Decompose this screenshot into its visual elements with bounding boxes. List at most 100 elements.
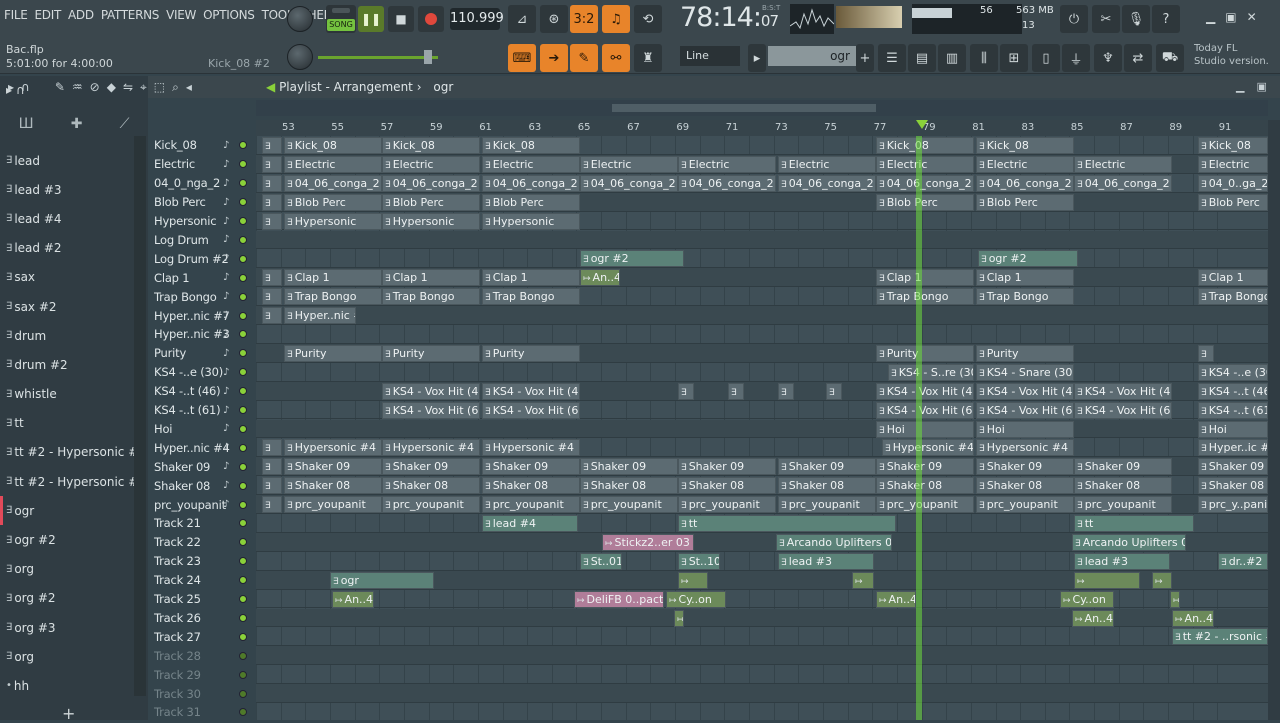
playlist-clip[interactable]: ∃ bbox=[262, 174, 282, 192]
playlist-clip[interactable]: ∃ bbox=[262, 212, 282, 230]
track-lane[interactable] bbox=[256, 249, 1268, 269]
playlist-clip[interactable]: ↦ An..4 bbox=[876, 590, 916, 608]
track-lane[interactable] bbox=[256, 703, 1268, 720]
track-header[interactable]: Track 29 bbox=[148, 665, 256, 684]
track-header[interactable]: KS4 -..e (30) ♪ bbox=[148, 363, 256, 382]
playlist-clip[interactable]: ∃ bbox=[262, 155, 282, 173]
track-header[interactable]: 04_0_nga_2 ♪ bbox=[148, 174, 256, 193]
playlist-clip[interactable]: ∃ tt bbox=[1074, 515, 1194, 532]
browser-item[interactable]: ∃ tt #2 - Hypersonic #5 bbox=[0, 438, 146, 467]
track-header[interactable]: Purity ♪ bbox=[148, 344, 256, 363]
track-mute-led[interactable] bbox=[239, 481, 247, 490]
paint-tool-button[interactable]: ✎ bbox=[570, 44, 598, 72]
browser-item[interactable]: ∃ org #2 bbox=[0, 584, 132, 613]
recording-button[interactable]: 🎙 bbox=[1122, 5, 1150, 33]
playlist-clip[interactable]: ∃ Shaker 09 bbox=[580, 458, 678, 476]
playlist-clip[interactable]: ↦ bbox=[1152, 571, 1172, 589]
playlist-clip[interactable]: ∃ bbox=[262, 288, 282, 306]
midi-button[interactable]: ⇄ bbox=[1124, 44, 1152, 72]
playlist-menu-icon[interactable]: ▸ bbox=[8, 80, 14, 95]
playlist-clip[interactable]: ∃ Shaker 08 bbox=[1198, 477, 1268, 495]
touch-controller-button[interactable]: ♆ bbox=[1094, 44, 1122, 72]
track-header[interactable]: Track 25 bbox=[148, 590, 256, 609]
playlist-clip[interactable]: ∃ Clap 1 bbox=[482, 269, 580, 287]
track-mute-led[interactable] bbox=[239, 557, 247, 566]
browser-item[interactable]: ∃ lead bbox=[0, 146, 132, 175]
playlist-clip[interactable]: ∃ 04_06_conga_2 bbox=[678, 174, 776, 192]
playlist-clip[interactable]: ↦ bbox=[1170, 590, 1180, 608]
playlist-clip[interactable]: ∃ Hypersonic #4 bbox=[882, 439, 974, 457]
playlist-clip[interactable]: ∃ Clap 1 bbox=[382, 269, 480, 287]
track-mute-led[interactable] bbox=[239, 500, 247, 509]
playlist-clip[interactable]: ∃ bbox=[262, 458, 282, 476]
playlist-clip[interactable]: ∃ KS4 - Vox Hit (61) bbox=[876, 401, 974, 419]
browser-item[interactable]: ∃ org #3 bbox=[0, 613, 132, 642]
track-mute-led[interactable] bbox=[239, 160, 247, 169]
playlist-clip[interactable]: ∃ Kick_08 bbox=[976, 137, 1074, 154]
playlist-clip[interactable]: ∃ prc_youpanit bbox=[876, 496, 974, 514]
track-mute-led[interactable] bbox=[239, 462, 247, 471]
playlist-clip[interactable]: ∃ 04_06_conga_2 bbox=[876, 174, 974, 192]
menu-file[interactable]: FILE bbox=[4, 8, 28, 22]
playlist-clip[interactable]: ∃ Arcando Uplifters 01 bbox=[1072, 533, 1186, 551]
playlist-clip[interactable]: ∃ Shaker 08 bbox=[580, 477, 678, 495]
playlist-clip[interactable]: ↦DeliFB 0..pact 3 bbox=[574, 590, 664, 608]
track-mute-led[interactable] bbox=[239, 349, 247, 358]
plugin-database-button[interactable]: ⏚ bbox=[1062, 44, 1090, 72]
playlist-clip[interactable]: ∃ Trap Bongo bbox=[382, 288, 480, 306]
track-header[interactable]: Hyper..nic #7 ♪ bbox=[148, 306, 256, 325]
track-header[interactable]: KS4 -..t (61) ♪ bbox=[148, 401, 256, 420]
playlist-clip[interactable]: ∃ prc_youpanit bbox=[382, 496, 480, 514]
timeline-ruler[interactable]: 53 55 57 59 61 63 65 67 69 71 73 75 77 79 81 83 85 87 89 91 bbox=[256, 120, 1268, 136]
loop-record-button[interactable]: ⟲ bbox=[634, 5, 662, 33]
playlist-clip[interactable]: ∃ Blob Perc bbox=[976, 193, 1074, 211]
playlist-clip[interactable]: ∃ prc_youpanit bbox=[778, 496, 876, 514]
playlist-clip[interactable]: ∃ prc_y..panit bbox=[1198, 496, 1268, 514]
playlist-clip[interactable]: ∃ KS4 - Snare (30) bbox=[976, 363, 1074, 381]
playlist-clip[interactable]: ∃ Purity bbox=[876, 344, 974, 362]
track-mute-led[interactable] bbox=[239, 273, 247, 282]
track-header[interactable]: Log Drum #2 ♪ bbox=[148, 249, 256, 268]
playlist-clip[interactable]: ∃ 04_06_conga_2 bbox=[580, 174, 678, 192]
playlist-clip[interactable]: ∃ Electric bbox=[482, 155, 580, 173]
playlist-clip[interactable]: ∃ Shaker 09 bbox=[778, 458, 876, 476]
playlist-clip[interactable]: ↦ An..4 bbox=[1172, 609, 1214, 627]
master-volume-slider[interactable] bbox=[318, 56, 438, 59]
playlist-clip[interactable]: ∃ Clap 1 bbox=[876, 269, 974, 287]
channel-rack-button[interactable]: ▥ bbox=[938, 44, 966, 72]
track-mute-led[interactable] bbox=[239, 330, 247, 339]
playlist-clip[interactable]: ∃ Blob Perc bbox=[482, 193, 580, 211]
playlist-clip[interactable]: ∃ Shaker 08 bbox=[778, 477, 876, 495]
metronome-button[interactable]: ⊿ bbox=[508, 5, 536, 33]
menu-edit[interactable]: EDIT bbox=[35, 8, 62, 22]
track-header[interactable]: Trap Bongo ♪ bbox=[148, 287, 256, 306]
track-lane[interactable] bbox=[256, 590, 1268, 609]
playlist-clip[interactable]: ∃ Electric bbox=[778, 155, 876, 173]
playlist-clip[interactable]: ∃ Kick_08 bbox=[382, 137, 480, 154]
playlist-clip[interactable]: ↦ An..4 bbox=[332, 590, 374, 608]
playlist-clip[interactable]: ∃ Hoi bbox=[876, 420, 974, 438]
playlist-maximize-icon[interactable]: ▣ bbox=[1256, 80, 1266, 93]
project-picker-button[interactable]: ▯ bbox=[1032, 44, 1060, 72]
browser-item[interactable]: ∃ ogr bbox=[0, 496, 132, 526]
track-mute-led[interactable] bbox=[239, 292, 247, 301]
pattern-select[interactable]: ogr bbox=[768, 46, 856, 66]
playlist-clip[interactable]: ∃ Shaker 08 bbox=[482, 477, 580, 495]
track-header[interactable]: Track 24 bbox=[148, 571, 256, 590]
pencil-tool-icon[interactable]: ✎ bbox=[55, 80, 65, 95]
playlist-clip[interactable]: ∃ Hypersonic bbox=[284, 212, 382, 230]
brush-tool-icon[interactable]: ♒ bbox=[72, 80, 83, 95]
track-mute-led[interactable] bbox=[239, 576, 247, 585]
playlist-clip[interactable]: ∃ Blob Perc bbox=[284, 193, 382, 211]
playlist-clip[interactable]: ∃ Hypersonic #4 bbox=[382, 439, 480, 457]
playlist-clip[interactable]: ∃ Shaker 08 bbox=[382, 477, 480, 495]
browser-item[interactable]: • hh bbox=[0, 671, 132, 700]
playlist-clip[interactable]: ∃ Electric bbox=[1074, 155, 1172, 173]
playlist-clip[interactable]: ↦ Cy..on bbox=[666, 590, 726, 608]
countdown-button[interactable]: 3:2 bbox=[570, 5, 598, 33]
track-lane[interactable] bbox=[256, 684, 1268, 703]
link-button[interactable]: ⚯ bbox=[602, 44, 630, 72]
playlist-clip[interactable]: ∃ Shaker 08 bbox=[678, 477, 776, 495]
track-mute-led[interactable] bbox=[239, 651, 247, 660]
playlist-clip[interactable]: ↦Stickz2..er 03 G# bbox=[602, 533, 694, 551]
